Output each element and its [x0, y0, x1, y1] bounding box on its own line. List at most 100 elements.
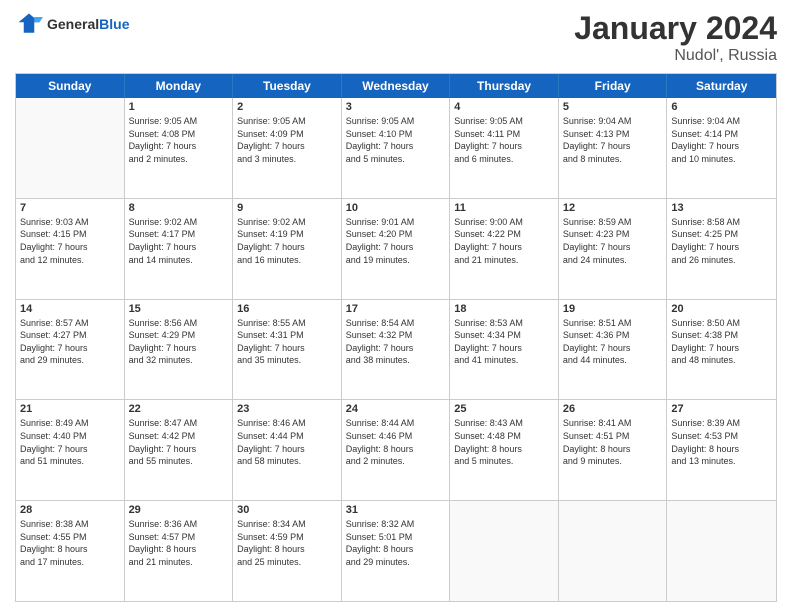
calendar-cell: 29 Sunrise: 8:36 AM Sunset: 4:57 PM Dayli…	[125, 501, 234, 601]
day-number: 6	[671, 101, 772, 113]
calendar-cell: 15 Sunrise: 8:56 AM Sunset: 4:29 PM Dayli…	[125, 300, 234, 400]
day-number: 8	[129, 202, 229, 214]
calendar-cell: 7Sunrise: 9:03 AM Sunset: 4:15 PM Daylig…	[16, 199, 125, 299]
calendar-cell: 23Sunrise: 8:46 AM Sunset: 4:44 PM Dayli…	[233, 400, 342, 500]
calendar-cell: 26 Sunrise: 8:41 AM Sunset: 4:51 PM Dayli…	[559, 400, 668, 500]
calendar-cell: 12 Sunrise: 8:59 AM Sunset: 4:23 PM Dayli…	[559, 199, 668, 299]
day-info: Sunrise: 8:51 AM Sunset: 4:36 PM Dayligh…	[563, 317, 663, 367]
calendar-cell: 17 Sunrise: 8:54 AM Sunset: 4:32 PM Dayli…	[342, 300, 451, 400]
calendar-row: 1 Sunrise: 9:05 AM Sunset: 4:08 PM Daylig…	[16, 98, 776, 198]
day-number: 25	[454, 403, 554, 415]
day-number: 29	[129, 504, 229, 516]
calendar-body: 1 Sunrise: 9:05 AM Sunset: 4:08 PM Daylig…	[16, 98, 776, 601]
calendar-cell	[559, 501, 668, 601]
day-number: 28	[20, 504, 120, 516]
day-number: 14	[20, 303, 120, 315]
day-info: Sunrise: 8:36 AM Sunset: 4:57 PM Dayligh…	[129, 518, 229, 568]
calendar-cell: 28 Sunrise: 8:38 AM Sunset: 4:55 PM Dayli…	[16, 501, 125, 601]
calendar-row: 28 Sunrise: 8:38 AM Sunset: 4:55 PM Dayli…	[16, 500, 776, 601]
weekday-header: Sunday	[16, 74, 125, 98]
day-info: Sunrise: 8:41 AM Sunset: 4:51 PM Dayligh…	[563, 417, 663, 467]
day-info: Sunrise: 9:02 AM Sunset: 4:17 PM Dayligh…	[129, 216, 229, 266]
calendar-cell: 4 Sunrise: 9:05 AM Sunset: 4:11 PM Daylig…	[450, 98, 559, 198]
calendar-cell: 10 Sunrise: 9:01 AM Sunset: 4:20 PM Dayli…	[342, 199, 451, 299]
weekday-header: Wednesday	[342, 74, 451, 98]
day-info: Sunrise: 8:38 AM Sunset: 4:55 PM Dayligh…	[20, 518, 120, 568]
calendar-cell: 24 Sunrise: 8:44 AM Sunset: 4:46 PM Dayli…	[342, 400, 451, 500]
day-number: 7	[20, 202, 120, 214]
day-number: 5	[563, 101, 663, 113]
logo: GeneralBlue	[15, 10, 129, 38]
calendar-cell: 2 Sunrise: 9:05 AM Sunset: 4:09 PM Daylig…	[233, 98, 342, 198]
calendar-cell: 5Sunrise: 9:04 AM Sunset: 4:13 PM Daylig…	[559, 98, 668, 198]
calendar-cell: 22 Sunrise: 8:47 AM Sunset: 4:42 PM Dayli…	[125, 400, 234, 500]
weekday-header: Friday	[559, 74, 668, 98]
day-info: Sunrise: 8:55 AM Sunset: 4:31 PM Dayligh…	[237, 317, 337, 367]
day-number: 31	[346, 504, 446, 516]
calendar-cell: 6 Sunrise: 9:04 AM Sunset: 4:14 PM Daylig…	[667, 98, 776, 198]
day-info: Sunrise: 8:49 AM Sunset: 4:40 PM Dayligh…	[20, 417, 120, 467]
header: GeneralBlue January 2024 Nudol', Russia	[15, 10, 777, 65]
day-number: 24	[346, 403, 446, 415]
day-info: Sunrise: 9:05 AM Sunset: 4:08 PM Dayligh…	[129, 115, 229, 165]
day-info: Sunrise: 9:01 AM Sunset: 4:20 PM Dayligh…	[346, 216, 446, 266]
day-info: Sunrise: 9:00 AM Sunset: 4:22 PM Dayligh…	[454, 216, 554, 266]
day-number: 10	[346, 202, 446, 214]
calendar-cell: 16 Sunrise: 8:55 AM Sunset: 4:31 PM Dayli…	[233, 300, 342, 400]
weekday-header: Thursday	[450, 74, 559, 98]
day-info: Sunrise: 9:02 AM Sunset: 4:19 PM Dayligh…	[237, 216, 337, 266]
day-info: Sunrise: 8:32 AM Sunset: 5:01 PM Dayligh…	[346, 518, 446, 568]
logo-text: GeneralBlue	[47, 16, 129, 33]
day-info: Sunrise: 8:43 AM Sunset: 4:48 PM Dayligh…	[454, 417, 554, 467]
day-info: Sunrise: 9:05 AM Sunset: 4:09 PM Dayligh…	[237, 115, 337, 165]
day-number: 19	[563, 303, 663, 315]
title-block: January 2024 Nudol', Russia	[574, 10, 777, 65]
day-number: 23	[237, 403, 337, 415]
day-number: 22	[129, 403, 229, 415]
day-info: Sunrise: 8:54 AM Sunset: 4:32 PM Dayligh…	[346, 317, 446, 367]
calendar-cell: 8 Sunrise: 9:02 AM Sunset: 4:17 PM Daylig…	[125, 199, 234, 299]
title-month: January 2024	[574, 10, 777, 47]
calendar-cell: 3Sunrise: 9:05 AM Sunset: 4:10 PM Daylig…	[342, 98, 451, 198]
day-number: 20	[671, 303, 772, 315]
day-number: 16	[237, 303, 337, 315]
calendar-row: 7Sunrise: 9:03 AM Sunset: 4:15 PM Daylig…	[16, 198, 776, 299]
calendar-cell: 31 Sunrise: 8:32 AM Sunset: 5:01 PM Dayli…	[342, 501, 451, 601]
weekday-header: Saturday	[667, 74, 776, 98]
calendar-header: SundayMondayTuesdayWednesdayThursdayFrid…	[16, 74, 776, 98]
day-number: 9	[237, 202, 337, 214]
day-info: Sunrise: 8:56 AM Sunset: 4:29 PM Dayligh…	[129, 317, 229, 367]
day-number: 12	[563, 202, 663, 214]
calendar-cell	[450, 501, 559, 601]
calendar-cell: 18Sunrise: 8:53 AM Sunset: 4:34 PM Dayli…	[450, 300, 559, 400]
day-number: 17	[346, 303, 446, 315]
calendar-cell	[667, 501, 776, 601]
day-info: Sunrise: 8:44 AM Sunset: 4:46 PM Dayligh…	[346, 417, 446, 467]
weekday-header: Monday	[125, 74, 234, 98]
logo-general: General	[47, 16, 99, 32]
logo-icon	[15, 10, 43, 38]
day-number: 26	[563, 403, 663, 415]
calendar-cell: 27Sunrise: 8:39 AM Sunset: 4:53 PM Dayli…	[667, 400, 776, 500]
day-info: Sunrise: 8:57 AM Sunset: 4:27 PM Dayligh…	[20, 317, 120, 367]
calendar-cell: 25 Sunrise: 8:43 AM Sunset: 4:48 PM Dayli…	[450, 400, 559, 500]
day-info: Sunrise: 8:59 AM Sunset: 4:23 PM Dayligh…	[563, 216, 663, 266]
calendar-cell: 14 Sunrise: 8:57 AM Sunset: 4:27 PM Dayli…	[16, 300, 125, 400]
day-number: 2	[237, 101, 337, 113]
page: GeneralBlue January 2024 Nudol', Russia …	[0, 0, 792, 612]
day-info: Sunrise: 8:39 AM Sunset: 4:53 PM Dayligh…	[671, 417, 772, 467]
calendar-cell: 1 Sunrise: 9:05 AM Sunset: 4:08 PM Daylig…	[125, 98, 234, 198]
day-number: 1	[129, 101, 229, 113]
day-info: Sunrise: 9:05 AM Sunset: 4:11 PM Dayligh…	[454, 115, 554, 165]
calendar-cell: 20Sunrise: 8:50 AM Sunset: 4:38 PM Dayli…	[667, 300, 776, 400]
day-info: Sunrise: 8:34 AM Sunset: 4:59 PM Dayligh…	[237, 518, 337, 568]
day-number: 4	[454, 101, 554, 113]
day-info: Sunrise: 8:47 AM Sunset: 4:42 PM Dayligh…	[129, 417, 229, 467]
day-number: 30	[237, 504, 337, 516]
day-info: Sunrise: 9:04 AM Sunset: 4:14 PM Dayligh…	[671, 115, 772, 165]
day-info: Sunrise: 8:58 AM Sunset: 4:25 PM Dayligh…	[671, 216, 772, 266]
calendar-cell: 9 Sunrise: 9:02 AM Sunset: 4:19 PM Daylig…	[233, 199, 342, 299]
day-info: Sunrise: 8:53 AM Sunset: 4:34 PM Dayligh…	[454, 317, 554, 367]
day-number: 15	[129, 303, 229, 315]
calendar-row: 14 Sunrise: 8:57 AM Sunset: 4:27 PM Dayli…	[16, 299, 776, 400]
